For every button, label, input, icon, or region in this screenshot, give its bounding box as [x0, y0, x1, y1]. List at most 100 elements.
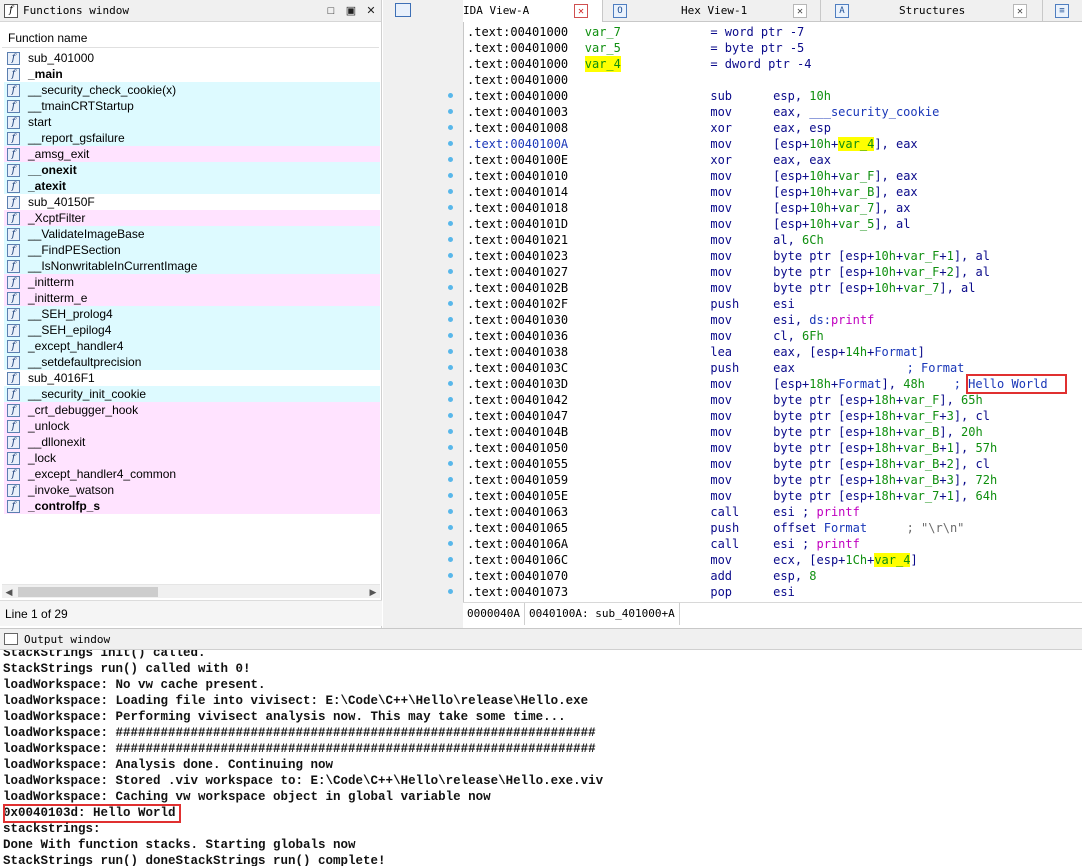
function-name-column-header[interactable]: Function name [2, 28, 379, 48]
operands: esi ; printf [773, 537, 860, 551]
function-name: _atexit [28, 179, 67, 193]
close-icon[interactable]: ✕ [793, 4, 807, 18]
address: .text:0040106A [467, 537, 569, 551]
close-icon[interactable]: ✕ [361, 3, 381, 19]
address: .text:00401047 [467, 409, 569, 423]
function-row[interactable]: f _initterm [4, 274, 380, 290]
function-row[interactable]: f sub_4016F1 [4, 370, 380, 386]
function-row[interactable]: f _controlfp_s [4, 498, 380, 514]
mnemonic: add [710, 569, 733, 583]
function-row[interactable]: f __onexit [4, 162, 380, 178]
function-icon: f [7, 147, 20, 161]
function-row[interactable]: f __FindPESection [4, 242, 380, 258]
variable-definition: = word ptr -7 [710, 25, 805, 39]
address: .text:00401050 [467, 441, 569, 455]
output-line: loadWorkspace: Loading file into vivisec… [3, 694, 589, 708]
status-location: 0040100A: sub_401000+A [525, 603, 680, 625]
flow-dot-icon [448, 509, 453, 514]
function-row[interactable]: f __report_gsfailure [4, 130, 380, 146]
function-row[interactable]: f _initterm_e [4, 290, 380, 306]
address: .text:0040102F [467, 297, 569, 311]
graph-overview-icon[interactable] [395, 3, 411, 17]
output-line: loadWorkspace: No vw cache present. [3, 678, 266, 692]
operands: [esp+10h+var_B], eax [773, 185, 918, 199]
mnemonic: push [710, 361, 740, 375]
ida-view-a-disassembly[interactable]: .text:00401000 var_7 = word ptr -7 .text:00… [463, 22, 1082, 602]
function-name: _except_handler4_common [28, 467, 177, 481]
function-row[interactable]: f __SEH_prolog4 [4, 306, 380, 322]
function-row[interactable]: f _invoke_watson [4, 482, 380, 498]
float-icon[interactable]: ▣ [341, 3, 361, 19]
operands: byte ptr [esp+18h+var_F+3], cl [773, 409, 990, 423]
address: .text:00401027 [467, 265, 569, 279]
close-icon[interactable]: ✕ [1013, 4, 1027, 18]
mnemonic: mov [710, 409, 733, 423]
flow-dot-icon [448, 253, 453, 258]
function-row[interactable]: f start [4, 114, 380, 130]
function-name: __ValidateImageBase [28, 227, 145, 241]
output-window-log[interactable]: StackStrings init() called. StackStrings … [0, 650, 1082, 866]
flow-dot-icon [448, 141, 453, 146]
function-row[interactable]: f _XcptFilter [4, 210, 380, 226]
function-name: __dllonexit [28, 435, 86, 449]
function-row[interactable]: f __SEH_epilog4 [4, 322, 380, 338]
function-name: _controlfp_s [28, 499, 101, 513]
tab-ida-view-a[interactable]: IDA View-A ✕ [463, 0, 603, 22]
flow-dot-icon [448, 269, 453, 274]
flow-dot-icon [448, 157, 453, 162]
function-row[interactable]: f _amsg_exit [4, 146, 380, 162]
output-window-title: Output window [24, 632, 111, 646]
operands: ecx, [esp+1Ch+var_4] [773, 553, 918, 567]
function-row[interactable]: f sub_401000 [4, 50, 380, 66]
function-row[interactable]: f sub_40150F [4, 194, 380, 210]
function-row[interactable]: f __security_check_cookie(x) [4, 82, 380, 98]
function-row[interactable]: f _unlock [4, 418, 380, 434]
comment: ; Hello World [953, 377, 1048, 391]
address: .text:0040103D [467, 377, 569, 391]
tab-hex-view-1[interactable]: O Hex View-1 ✕ [607, 0, 821, 22]
function-row[interactable]: f __security_init_cookie [4, 386, 380, 402]
operands: [esp+10h+var_5], al [773, 217, 911, 231]
function-row[interactable]: f __dllonexit [4, 434, 380, 450]
function-row[interactable]: f _lock [4, 450, 380, 466]
function-row[interactable]: f _except_handler4_common [4, 466, 380, 482]
address: .text:00401000 [467, 41, 569, 55]
stack-variable[interactable]: var_7 [585, 24, 621, 40]
function-row[interactable]: f __ValidateImageBase [4, 226, 380, 242]
flow-dot-icon [448, 317, 453, 322]
function-row[interactable]: f __IsNonwritableInCurrentImage [4, 258, 380, 274]
tab-structures[interactable]: A Structures ✕ [825, 0, 1043, 22]
function-name: __tmainCRTStartup [28, 99, 134, 113]
output-line: StackStrings run() doneStackStrings run(… [3, 854, 386, 866]
restore-icon[interactable]: □ [321, 3, 341, 19]
function-row[interactable]: f __setdefaultprecision [4, 354, 380, 370]
function-icon: f [4, 3, 18, 18]
operands: byte ptr [esp+10h+var_F+2], al [773, 265, 990, 279]
address: .text:00401055 [467, 457, 569, 471]
function-row[interactable]: f _except_handler4 [4, 338, 380, 354]
mnemonic: mov [710, 169, 733, 183]
ida-view-status-bar: 0000040A 0040100A: sub_401000+A [463, 602, 1082, 626]
stack-variable[interactable]: var_5 [585, 40, 621, 56]
scroll-right-icon[interactable]: ▶ [366, 585, 380, 599]
function-row[interactable]: f _main [4, 66, 380, 82]
functions-window: f Functions window □ ▣ ✕ Function name f… [0, 0, 382, 628]
close-icon[interactable]: ✕ [574, 4, 588, 18]
address: .text:00401036 [467, 329, 569, 343]
horizontal-scrollbar[interactable]: ◀ ▶ [2, 584, 380, 598]
function-icon: f [7, 195, 20, 209]
function-row[interactable]: f _crt_debugger_hook [4, 402, 380, 418]
tab-more[interactable]: ≡ [1047, 0, 1082, 22]
output-line: Done With function stacks. Starting glob… [3, 838, 356, 852]
scroll-left-icon[interactable]: ◀ [2, 585, 16, 599]
stack-variable[interactable]: var_4 [584, 56, 621, 72]
operands: byte ptr [esp+18h+var_F], 65h [773, 393, 983, 407]
function-name: __security_check_cookie(x) [28, 83, 177, 97]
mnemonic: mov [710, 313, 733, 327]
mnemonic: mov [710, 489, 733, 503]
scrollbar-thumb[interactable] [18, 587, 158, 597]
output-line: loadWorkspace: Analysis done. Continuing… [3, 758, 334, 772]
function-row[interactable]: f __tmainCRTStartup [4, 98, 380, 114]
function-row[interactable]: f _atexit [4, 178, 380, 194]
output-line: StackStrings init() called. [3, 650, 206, 660]
